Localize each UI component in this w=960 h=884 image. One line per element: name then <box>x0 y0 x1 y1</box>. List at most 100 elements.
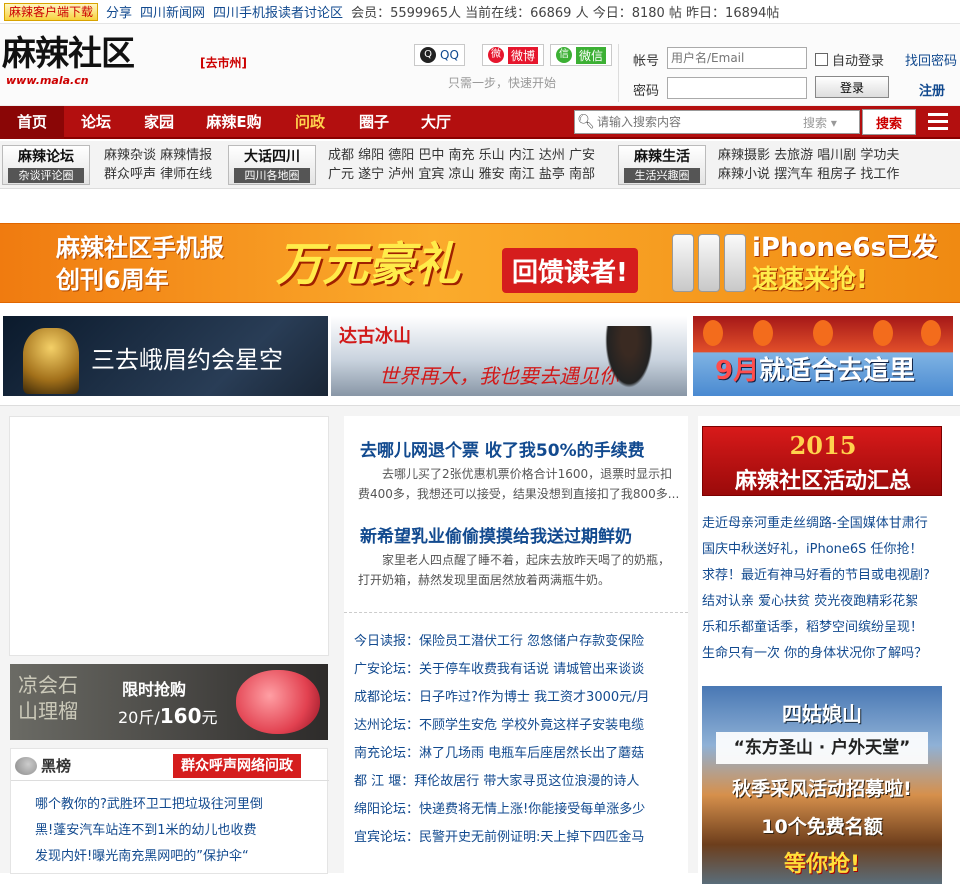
subnav-line[interactable]: 麻辣小说 摆汽车 租房子 找工作 <box>718 165 899 184</box>
forum-line[interactable]: 都 江 堰：拜伦故居行 带大家寻觅这位浪漫的诗人 <box>354 770 639 789</box>
subnav-links-sichuan[interactable]: 成都 绵阳 德阳 巴中 南充 乐山 内江 达州 广安 广元 遂宁 泸州 宜宾 凉… <box>328 146 595 184</box>
blacklist-item[interactable]: 黑!蓬安汽车站连不到1米的幼儿也收费 <box>35 819 256 838</box>
top-link-mobile-forum[interactable]: 四川手机报读者讨论区 <box>213 2 343 21</box>
account-input[interactable] <box>667 47 807 69</box>
ad-pomegranate[interactable]: 凉会石 山理榴 限时抢购 20斤/160元 <box>10 664 328 740</box>
subnav-mala-forum[interactable]: 麻辣论坛 杂谈评论圈 <box>2 145 90 185</box>
subnav-subtitle: 四川各地圈 <box>234 168 310 183</box>
nav-home[interactable]: 首页 <box>0 106 64 139</box>
password-row: 密码 <box>633 77 807 99</box>
ad-liu-name2: 山理榴 <box>18 699 78 723</box>
blacklist-icon <box>15 757 37 775</box>
blacklist-item[interactable]: 发现内奸!曝光南充黑网吧的”保护伞“ <box>35 845 249 864</box>
hamburger-menu-icon[interactable] <box>928 113 948 131</box>
forum-text: 保险员工潜伏工行 忽悠储户存款变保险 <box>419 634 645 649</box>
forum-text: 不顾学生安危 学校外竟这样子安装电缆 <box>419 718 645 733</box>
wenzheng-tag-link[interactable]: 群众呼声网络问政 <box>173 754 301 778</box>
image-slot <box>9 416 329 656</box>
nav-eshop[interactable]: 麻辣E购 <box>190 106 278 139</box>
forum-line[interactable]: 广安论坛：关于停车收费我有话说 请城管出来谈谈 <box>354 658 644 677</box>
top-link-share[interactable]: 分享 <box>106 2 132 21</box>
password-input[interactable] <box>667 77 807 99</box>
banner-september[interactable]: 9月就适合去這里 <box>693 316 953 396</box>
subnav-links-life[interactable]: 麻辣摄影 去旅游 唱川剧 学功夫 麻辣小说 摆汽车 租房子 找工作 <box>718 146 899 184</box>
nav-hall[interactable]: 大厅 <box>406 106 466 139</box>
banner-title: 麻辣社区手机报 创刊6周年 <box>56 232 224 296</box>
activity-summary-banner[interactable]: 2015 麻辣社区活动汇总 <box>702 426 942 496</box>
activity-link[interactable]: 走近母亲河重走丝绸路-全国媒体甘肃行 <box>702 512 928 531</box>
forum-source: 绵阳论坛： <box>354 802 420 817</box>
subnav-line[interactable]: 广元 遂宁 泸州 宜宾 凉山 雅安 南江 盐亭 南部 <box>328 165 595 184</box>
search-button[interactable]: 搜索 <box>862 109 916 135</box>
forum-line[interactable]: 绵阳论坛：快递费将无情上涨!你能接受每单涨多少 <box>354 798 645 817</box>
banner-mobile-news-anniversary[interactable]: 麻辣社区手机报 创刊6周年 万元豪礼 回馈读者! iPhone6s已发 速速来抢… <box>0 223 960 303</box>
site-logo[interactable]: 麻辣社区 www.mala.cn <box>2 34 174 102</box>
banner-siguniang[interactable]: 四姑娘山 “东方圣山 · 户外天堂” 秋季采风活动招募啦! 10个免费名额 等你… <box>702 686 942 884</box>
lantern-icon <box>921 320 941 346</box>
activity-link[interactable]: 结对认亲 爱心扶贫 荧光夜跑精彩花絮 <box>702 590 918 609</box>
sigu-line2: 10个免费名额 <box>761 816 883 838</box>
nav-forum[interactable]: 论坛 <box>64 106 128 139</box>
activity-title: 麻辣社区活动汇总 <box>734 469 911 494</box>
nav-home-space[interactable]: 家园 <box>128 106 190 139</box>
ad-liu-sale: 限时抢购 <box>122 680 187 699</box>
headline-title[interactable]: 去哪儿网退个票 收了我50%的手续费 <box>360 436 645 461</box>
nav-circles[interactable]: 圈子 <box>342 106 406 139</box>
headline-title[interactable]: 新希望乳业偷偷摸摸给我送过期鲜奶 <box>360 522 632 547</box>
subnav-subtitle: 生活兴趣圈 <box>624 168 700 183</box>
subnav-line[interactable]: 成都 绵阳 德阳 巴中 南充 乐山 内江 达州 广安 <box>328 146 595 165</box>
forum-text: 日子咋过?作为博士 我工资才3000元/月 <box>419 690 650 705</box>
nav-wenzheng[interactable]: 问政 <box>278 106 342 139</box>
subnav-line[interactable]: 麻辣杂谈 麻辣情报 <box>104 146 212 165</box>
weibo-label: 微博 <box>508 46 539 64</box>
search-icon: 🔍︎ <box>577 114 595 130</box>
subnav-life[interactable]: 麻辣生活 生活兴趣圈 <box>618 145 706 185</box>
banner-right-line2: 速速来抢! <box>752 265 868 295</box>
auto-login-label: 自动登录 <box>832 54 885 69</box>
forum-line[interactable]: 今日读报：保险员工潜伏工行 忽悠储户存款变保险 <box>354 630 644 649</box>
subnav-line[interactable]: 麻辣摄影 去旅游 唱川剧 学功夫 <box>718 146 899 165</box>
banner-line1: 麻辣社区手机报 <box>56 234 224 262</box>
banner-dagu-glacier[interactable]: 达古冰山 世界再大，我也要去遇见你 <box>331 316 687 396</box>
subnav-links-forum[interactable]: 麻辣杂谈 麻辣情报 群众呼声 律师在线 <box>104 146 212 184</box>
top-link-scol[interactable]: 四川新闻网 <box>140 2 205 21</box>
forum-source: 成都论坛： <box>354 690 420 705</box>
subnav-sichuan[interactable]: 大话四川 四川各地圈 <box>228 145 316 185</box>
activity-link[interactable]: 求荐！最近有神马好看的节目或电视剧? <box>702 564 930 583</box>
weibo-login-button[interactable]: 微 微博 <box>482 44 545 66</box>
forgot-password-link[interactable]: 找回密码 <box>905 50 957 69</box>
forum-line[interactable]: 南充论坛：淋了几场雨 电瓶车后座居然长出了蘑菇 <box>354 742 644 761</box>
login-button[interactable]: 登录 <box>815 76 889 98</box>
forum-source: 都 江 堰： <box>354 774 415 789</box>
site-stats: 会员：5599965人 当前在线：66869 人 今日：8180 帖 昨日：16… <box>351 6 780 21</box>
activity-year: 2015 <box>789 431 857 460</box>
qq-login-button[interactable]: Q QQ <box>414 44 465 66</box>
search-input[interactable] <box>597 112 803 132</box>
weixin-login-button[interactable]: 信 微信 <box>550 44 613 66</box>
activity-link[interactable]: 国庆中秋送好礼，iPhone6S 任你抢！ <box>702 538 923 557</box>
forum-line[interactable]: 达州论坛：不顾学生安危 学校外竟这样子安装电缆 <box>354 714 644 733</box>
chevron-down-icon: ▾ <box>830 115 837 130</box>
forum-source: 南充论坛： <box>354 746 420 761</box>
weixin-label: 微信 <box>576 46 607 64</box>
forum-line[interactable]: 成都论坛：日子咋过?作为博士 我工资才3000元/月 <box>354 686 650 705</box>
banner-emei[interactable]: 三去峨眉约会星空 <box>3 316 328 396</box>
subnav-line[interactable]: 群众呼声 律师在线 <box>104 165 212 184</box>
headline-summary: 去哪儿买了2张优惠机票价格合计1600，退票时显示扣费400多，我想还可以接受，… <box>358 467 680 501</box>
iphone-image <box>724 234 746 292</box>
checkbox-box <box>815 53 828 66</box>
top-bar: 麻辣客户端下载 分享 四川新闻网 四川手机报读者讨论区 会员：5599965人 … <box>0 0 960 24</box>
forum-text: 淋了几场雨 电瓶车后座居然长出了蘑菇 <box>419 746 645 761</box>
client-download-button[interactable]: 麻辣客户端下载 <box>4 2 99 21</box>
headline-column: 去哪儿网退个票 收了我50%的手续费 去哪儿买了2张优惠机票价格合计1600，退… <box>344 416 688 874</box>
register-link[interactable]: 注册 <box>919 80 945 99</box>
password-label: 密码 <box>633 84 660 99</box>
activity-link[interactable]: 生命只有一次 你的身体状况你了解吗？ <box>702 642 927 661</box>
search-type-dropdown[interactable]: 搜索 ▾ <box>803 114 837 131</box>
activity-link[interactable]: 乐和乐都童话季，稻梦空间缤纷呈现！ <box>702 616 923 635</box>
auto-login-checkbox[interactable]: 自动登录 <box>815 50 884 69</box>
blacklist-item[interactable]: 哪个教你的?武胜环卫工把垃圾往河里倒 <box>35 793 263 812</box>
forum-line[interactable]: 宜宾论坛：民警开史无前例证明:天上掉下四匹金马 <box>354 826 644 845</box>
iphone-image <box>698 234 720 292</box>
city-switch-link[interactable]: [去市州] <box>200 54 247 71</box>
